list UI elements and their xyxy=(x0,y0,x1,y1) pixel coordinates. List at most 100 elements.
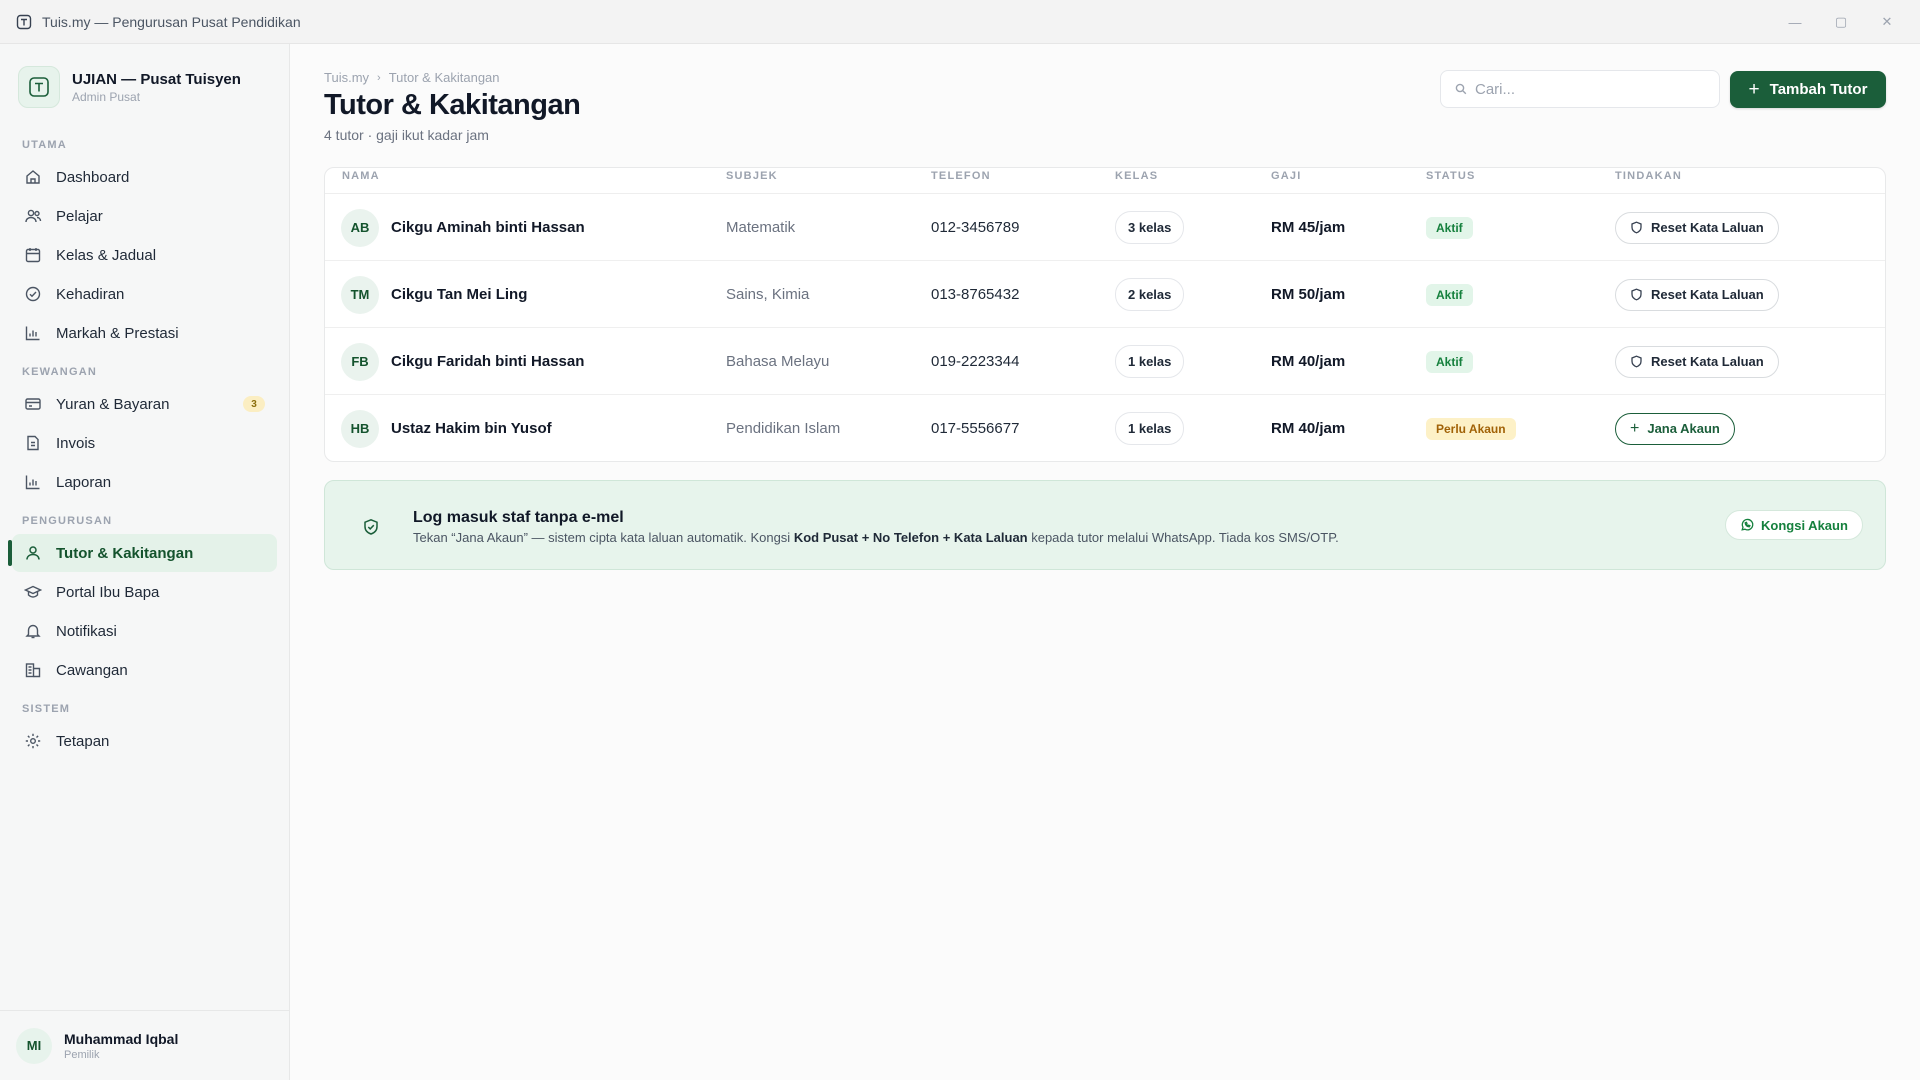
sidebar-item-portal-ibu-bapa[interactable]: Portal Ibu Bapa xyxy=(12,573,277,611)
window-controls: — ▢ ✕ xyxy=(1772,0,1910,44)
file-icon xyxy=(27,435,39,451)
tutor-phone: 017-5556677 xyxy=(931,420,1020,437)
tutor-name: Cikgu Faridah binti Hassan xyxy=(391,353,585,370)
reset-password-button[interactable]: Reset Kata Laluan xyxy=(1615,278,1779,311)
shield-icon xyxy=(1631,221,1642,234)
sidebar-item-yuran-bayaran[interactable]: Yuran & Bayaran 3 xyxy=(12,385,277,423)
tutor-phone: 012-3456789 xyxy=(931,219,1020,236)
sidebar: UJIAN — Pusat Tuisyen Admin Pusat UTAMA … xyxy=(0,44,290,1080)
shield-check-icon xyxy=(364,518,378,535)
tutor-phone: 013-8765432 xyxy=(931,286,1020,303)
column-header-tindakan: TINDAKAN xyxy=(1615,170,1683,182)
avatar: MI xyxy=(16,1027,52,1064)
tutor-subject: Matematik xyxy=(726,219,796,236)
tutor-pay: RM 40/jam xyxy=(1271,420,1346,437)
table-row[interactable]: FB Cikgu Faridah binti Hassan Bahasa Mel… xyxy=(325,328,1885,395)
table-row[interactable]: AB Cikgu Aminah binti Hassan Matematik 0… xyxy=(325,194,1885,261)
plus-icon: + xyxy=(1748,79,1760,100)
column-header-nama: NAMA xyxy=(342,170,380,182)
tutor-phone: 019-2223344 xyxy=(931,353,1020,370)
check-circle-icon xyxy=(25,286,41,302)
sidebar-item-tetapan[interactable]: Tetapan xyxy=(12,722,277,760)
page-title: Tutor & Kakitangan xyxy=(324,89,581,121)
sidebar-item-kehadiran[interactable]: Kehadiran xyxy=(12,275,277,313)
tutor-pay: RM 50/jam xyxy=(1271,286,1346,303)
class-count-pill[interactable]: 2 kelas xyxy=(1115,278,1185,311)
search-box[interactable] xyxy=(1440,70,1720,108)
sidebar-item-dashboard[interactable]: Dashboard xyxy=(12,158,277,196)
title-bar: Tuis.my — Pengurusan Pusat Pendidikan — … xyxy=(0,0,1920,44)
nav-section-sistem: SISTEM xyxy=(22,703,71,715)
column-header-status: STATUS xyxy=(1426,170,1476,182)
avatar: FB xyxy=(341,342,379,381)
close-button[interactable]: ✕ xyxy=(1864,0,1910,44)
generate-account-button[interactable]: + Jana Akaun xyxy=(1615,412,1735,445)
sidebar-item-laporan[interactable]: Laporan xyxy=(12,463,277,501)
tutor-subject: Sains, Kimia xyxy=(726,286,810,303)
bar-chart-icon xyxy=(25,475,40,490)
maximize-button[interactable]: ▢ xyxy=(1818,0,1864,44)
sidebar-item-pelajar[interactable]: Pelajar xyxy=(12,197,277,235)
nav-section-pengurusan: PENGURUSAN xyxy=(22,515,113,527)
count-badge: 3 xyxy=(243,396,265,412)
brand-logo-icon xyxy=(18,66,60,108)
tutor-pay: RM 45/jam xyxy=(1271,219,1346,236)
class-count-pill[interactable]: 3 kelas xyxy=(1115,211,1185,244)
reset-password-button[interactable]: Reset Kata Laluan xyxy=(1615,345,1779,378)
status-badge: Aktif xyxy=(1426,216,1473,239)
user-name: Muhammad Iqbal xyxy=(64,1030,179,1047)
app-logo-icon xyxy=(16,14,32,29)
table-row[interactable]: HB Ustaz Hakim bin Yusof Pendidikan Isla… xyxy=(325,395,1885,461)
tutor-subject: Pendidikan Islam xyxy=(726,420,841,437)
window-title: Tuis.my — Pengurusan Pusat Pendidikan xyxy=(42,13,301,30)
plus-icon: + xyxy=(1630,419,1640,437)
tutor-subject: Bahasa Melayu xyxy=(726,353,830,370)
sidebar-item-tutor-kakitangan[interactable]: Tutor & Kakitangan xyxy=(8,534,277,572)
table-row[interactable]: TM Cikgu Tan Mei Ling Sains, Kimia 013-8… xyxy=(325,261,1885,328)
sidebar-item-kelas-jadual[interactable]: Kelas & Jadual xyxy=(12,236,277,274)
banner-title: Log masuk staf tanpa e-mel xyxy=(413,509,624,526)
brand-role: Admin Pusat xyxy=(72,89,141,104)
calendar-icon xyxy=(25,248,41,263)
tutor-name: Cikgu Aminah binti Hassan xyxy=(391,219,585,236)
banner-text: Tekan “Jana Akaun” — sistem cipta kata l… xyxy=(413,530,1339,545)
class-count-pill[interactable]: 1 kelas xyxy=(1115,412,1185,445)
breadcrumb-root[interactable]: Tuis.my xyxy=(324,70,369,85)
column-header-subjek: SUBJEK xyxy=(726,170,778,182)
share-account-button[interactable]: Kongsi Akaun xyxy=(1725,510,1863,540)
column-header-gaji: GAJI xyxy=(1271,170,1302,182)
credit-card-icon xyxy=(25,398,41,410)
add-tutor-button[interactable]: + Tambah Tutor xyxy=(1730,71,1886,108)
sidebar-item-markah-prestasi[interactable]: Markah & Prestasi xyxy=(12,314,277,352)
building-icon xyxy=(25,663,41,678)
status-badge: Aktif xyxy=(1426,283,1473,306)
search-icon xyxy=(1455,83,1467,95)
graduation-cap-icon xyxy=(24,585,42,598)
sidebar-item-notifikasi[interactable]: Notifikasi xyxy=(12,612,277,650)
page-subtitle: 4 tutor · gaji ikut kadar jam xyxy=(324,127,489,143)
breadcrumb-current: Tutor & Kakitangan xyxy=(388,70,500,85)
search-input[interactable] xyxy=(1475,80,1705,98)
avatar: AB xyxy=(341,208,379,247)
info-banner: Log masuk staf tanpa e-mel Tekan “Jana A… xyxy=(324,480,1886,570)
class-count-pill[interactable]: 1 kelas xyxy=(1115,345,1185,378)
minimize-button[interactable]: — xyxy=(1772,0,1818,44)
current-user[interactable]: MI Muhammad Iqbal Pemilik xyxy=(0,1010,289,1080)
brand-name: UJIAN — Pusat Tuisyen xyxy=(72,70,241,88)
reset-password-button[interactable]: Reset Kata Laluan xyxy=(1615,211,1779,244)
table-header: NAMA SUBJEK TELEFON KELAS GAJI STATUS TI… xyxy=(325,168,1885,194)
user-icon xyxy=(26,546,40,560)
column-header-kelas: KELAS xyxy=(1115,170,1159,182)
brand[interactable]: UJIAN — Pusat Tuisyen Admin Pusat xyxy=(18,66,241,108)
users-icon xyxy=(25,209,42,223)
avatar: HB xyxy=(341,409,379,448)
sidebar-item-cawangan[interactable]: Cawangan xyxy=(12,651,277,689)
bell-icon xyxy=(25,624,41,639)
home-icon xyxy=(26,170,40,184)
tutor-name: Cikgu Tan Mei Ling xyxy=(391,286,528,303)
sidebar-item-invois[interactable]: Invois xyxy=(12,424,277,462)
tutor-table: NAMA SUBJEK TELEFON KELAS GAJI STATUS TI… xyxy=(324,167,1886,462)
whatsapp-icon xyxy=(1741,518,1754,531)
user-role: Pemilik xyxy=(64,1048,100,1061)
bar-chart-icon xyxy=(25,326,40,341)
